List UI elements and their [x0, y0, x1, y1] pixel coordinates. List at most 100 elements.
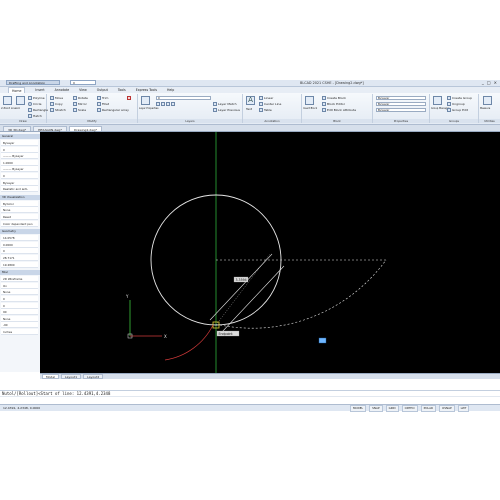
property-value[interactable]: 0 [1, 146, 38, 153]
status-toggle-osnap[interactable]: OSNAP [439, 405, 455, 412]
property-value[interactable]: 19.2800 [1, 261, 38, 268]
layer-match-tool[interactable]: Layer Match [213, 102, 236, 106]
close-button[interactable]: × [494, 80, 497, 85]
create-block-tool[interactable]: Create Block [322, 96, 346, 100]
layout-tab-model[interactable]: Model [42, 374, 60, 379]
rectangle-tool[interactable]: Rectangle [28, 108, 48, 112]
grip-handle[interactable] [318, 337, 327, 344]
arc-button[interactable]: Arc [16, 107, 20, 110]
status-toggle-ortho[interactable]: ORTHO [401, 405, 418, 412]
stretch-tool[interactable]: Stretch [50, 108, 66, 112]
layer-previous-tool[interactable]: Layer Previous [213, 108, 240, 112]
property-value[interactable]: 2D Wireframe [1, 276, 38, 283]
scale-tool[interactable]: Scale [73, 108, 86, 112]
color-combo[interactable]: ByLayer [376, 96, 426, 100]
property-value[interactable]: ——— ByLayer [1, 166, 38, 173]
maximize-button[interactable]: □ [487, 80, 491, 85]
insert-block-icon[interactable] [305, 96, 314, 105]
property-value[interactable]: 0 [1, 248, 38, 255]
rotate-tool[interactable]: Rotate [73, 96, 88, 100]
trim-tool[interactable]: Trim [97, 96, 108, 100]
property-value[interactable]: Color dependent pen [1, 220, 38, 227]
layer-properties-button[interactable]: Layer Properties [139, 107, 159, 110]
dimension-line-2 [221, 265, 285, 333]
ungroup-tool[interactable]: Ungroup [447, 102, 465, 106]
layer-properties-icon[interactable] [141, 96, 150, 105]
property-value[interactable]: Realistic and anti- [1, 186, 38, 193]
edit-attribute-tool[interactable]: Edit Block Attribute [322, 108, 356, 112]
copy-tool[interactable]: Copy [50, 102, 63, 106]
status-toggle-polar[interactable]: POLAR [420, 405, 436, 412]
layer-on-icon[interactable] [156, 102, 160, 106]
property-value[interactable]: ByColor [1, 200, 38, 207]
layer-lock-icon[interactable] [166, 102, 170, 106]
workspace-combo[interactable]: Drafting and Annotation [6, 80, 60, 85]
layer-combo[interactable]: 0 [156, 96, 211, 100]
fillet-tool[interactable]: Fillet [97, 102, 109, 106]
layer-freeze-icon[interactable] [161, 102, 165, 106]
group-manager-icon[interactable] [433, 96, 442, 105]
property-value[interactable]: None [1, 207, 38, 214]
status-toggle-lwt[interactable]: LWT [457, 405, 470, 412]
layout-tab-layout1[interactable]: Layout1 [61, 374, 82, 379]
property-value[interactable]: 0 [1, 302, 38, 309]
drawing-canvas[interactable]: 3.3594 Endpoint Y X [40, 132, 500, 373]
status-toggle-snap[interactable]: SNAP [369, 405, 383, 412]
properties-section-header[interactable]: General [0, 134, 40, 139]
polyline-tool[interactable]: Polyline [28, 96, 45, 100]
group-edit-label: Group Edit [452, 108, 468, 112]
status-toggle-grid[interactable]: GRID [385, 405, 399, 412]
property-value[interactable]: None [1, 315, 38, 322]
doc-tab-3d[interactable]: 3D 3D.dwg* [3, 126, 32, 132]
property-value[interactable]: Reset [1, 214, 38, 220]
command-line[interactable]: Nutol/[Rollout]<Start of line: 12.4391,4… [0, 390, 500, 403]
create-group-tool[interactable]: Create Group [447, 96, 472, 100]
hatch-tool[interactable]: Hatch [28, 114, 42, 118]
erase-tool[interactable] [127, 96, 131, 100]
array-tool[interactable]: Rectangular array [97, 108, 129, 112]
properties-section-header[interactable]: Misc [0, 270, 40, 276]
layer-color-icon[interactable] [171, 102, 175, 106]
property-value[interactable]: 28.7171 [1, 255, 38, 261]
property-value[interactable]: 0 [1, 173, 38, 179]
minimize-button[interactable]: _ [482, 80, 484, 85]
center-line-tool[interactable]: Center Line [259, 102, 281, 106]
command-input[interactable] [0, 396, 500, 397]
doc-tab-hexagon[interactable]: HEXAGON.dwg* [33, 126, 67, 132]
status-toggle-model[interactable]: MODEL [350, 405, 367, 412]
insert-block-button[interactable]: Insert Block [303, 107, 317, 110]
property-value[interactable]: 90 [1, 309, 38, 316]
property-value[interactable]: On [1, 282, 38, 289]
arc-icon[interactable] [16, 96, 25, 105]
layout-tab-layout2[interactable]: Layout2 [83, 374, 104, 379]
property-value[interactable]: 0.0000 [1, 241, 38, 248]
line-button[interactable]: 2-Point Line [1, 107, 16, 110]
group-edit-tool[interactable]: Group Edit [447, 108, 468, 112]
property-value[interactable]: ByLayer [1, 179, 38, 186]
block-editor-tool[interactable]: Block Editor [322, 102, 345, 106]
text-button[interactable]: Text [246, 107, 252, 111]
line-icon[interactable] [3, 96, 12, 105]
linear-dim-tool[interactable]: Linear [259, 96, 273, 100]
text-icon[interactable]: A [246, 96, 255, 105]
doc-tab-drawing2[interactable]: Drawing2.dwg* [68, 126, 103, 132]
properties-section-header[interactable]: 3D Visualization [0, 194, 40, 200]
lineweight-combo[interactable]: ByLayer [376, 108, 426, 112]
move-tool[interactable]: Move [50, 96, 63, 100]
properties-section-header[interactable]: Geometry [0, 229, 40, 235]
property-value[interactable]: 14.0578 [1, 235, 38, 242]
circle-tool[interactable]: Circle [28, 102, 41, 106]
property-value[interactable]: 1.0000 [1, 159, 38, 166]
mirror-tool[interactable]: Mirror [73, 102, 87, 106]
measure-button[interactable]: Measure [480, 107, 490, 110]
measure-icon[interactable] [483, 96, 492, 105]
property-value[interactable]: ——— ByLayer [1, 153, 38, 160]
property-value[interactable]: Inches [1, 329, 38, 335]
property-value[interactable]: 0 [1, 296, 38, 302]
property-value[interactable]: None [1, 289, 38, 296]
property-value[interactable]: -90 [1, 322, 38, 329]
table-tool[interactable]: Table [259, 108, 272, 112]
layer-quick-combo[interactable]: 0 [70, 80, 96, 85]
property-value[interactable]: ByLayer [1, 140, 38, 146]
linetype-combo[interactable]: ByLayer [376, 102, 426, 106]
